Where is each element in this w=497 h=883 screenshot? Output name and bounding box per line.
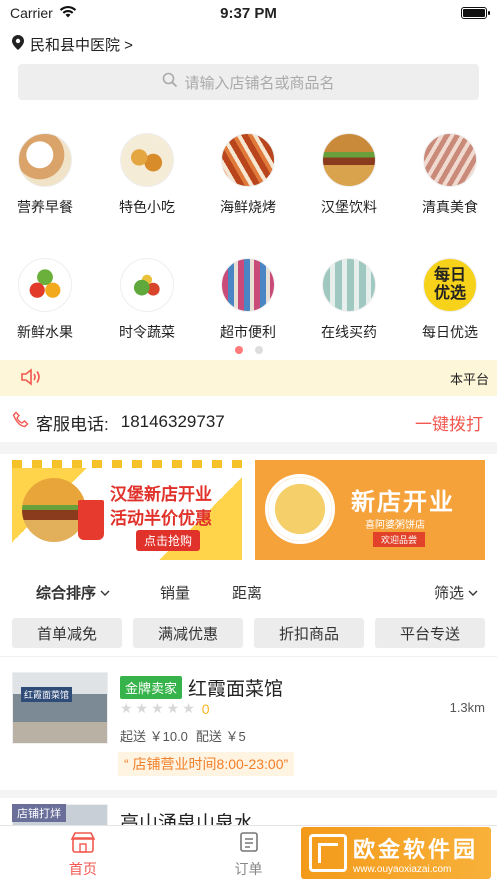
search-bar[interactable]: 请输入店铺名或商品名 xyxy=(18,64,479,100)
sort-default[interactable]: 综合排序 xyxy=(36,582,110,603)
rating-value: 0 xyxy=(201,700,210,717)
category-vegetable[interactable]: 时令蔬菜 xyxy=(107,258,187,342)
sort-bar: 综合排序 销量 距离 筛选 xyxy=(0,576,497,608)
chip-sale-items[interactable]: 折扣商品 xyxy=(254,618,364,648)
category-label: 汉堡饮料 xyxy=(321,199,377,215)
chevron-down-icon xyxy=(468,584,478,601)
filter-chips: 首单减免 满减优惠 折扣商品 平台专送 xyxy=(0,618,497,648)
category-bbq[interactable]: 海鲜烧烤 xyxy=(208,133,288,217)
category-label: 营养早餐 xyxy=(17,199,73,215)
banner-left-cta[interactable]: 点击抢购 xyxy=(136,530,201,551)
location-selector[interactable]: 民和县中医院 > xyxy=(0,26,497,62)
category-pharmacy[interactable]: 在线买药 xyxy=(309,258,389,342)
category-label: 超市便利 xyxy=(220,324,276,340)
bbq-icon xyxy=(221,133,275,187)
delivery-fee: 配送 ￥5 xyxy=(195,729,246,744)
section-divider xyxy=(0,442,497,454)
pharmacy-icon xyxy=(322,258,376,312)
category-label: 每日优选 xyxy=(422,324,478,340)
service-label: 客服电话: xyxy=(36,414,109,434)
category-fruit[interactable]: 新鲜水果 xyxy=(5,258,85,342)
halal-icon xyxy=(423,133,477,187)
search-icon xyxy=(162,72,178,92)
daily-icon: 每日 优选 xyxy=(423,258,477,312)
watermark-text: 欧金软件园 xyxy=(353,836,479,862)
store-distance: 1.3km xyxy=(449,700,485,715)
vegetable-icon xyxy=(120,258,174,312)
banner-right-title: 新店开业 xyxy=(351,489,455,516)
chip-platform-delivery[interactable]: 平台专送 xyxy=(375,618,485,648)
section-divider xyxy=(0,656,497,657)
chevron-down-icon xyxy=(100,584,110,601)
category-breakfast[interactable]: 营养早餐 xyxy=(5,133,85,217)
banner-new-store[interactable]: 新店开业 喜阿婆粥饼店 欢迎品尝 xyxy=(255,460,485,560)
category-label: 在线买药 xyxy=(321,324,377,340)
tab-home[interactable]: 首页 xyxy=(0,826,166,883)
chip-discount[interactable]: 满减优惠 xyxy=(133,618,243,648)
category-label: 特色小吃 xyxy=(119,199,175,215)
banner-right-cta[interactable]: 欢迎品尝 xyxy=(373,532,426,547)
category-burger[interactable]: 汉堡饮料 xyxy=(309,133,389,217)
snack-icon xyxy=(120,133,174,187)
min-order: 起送 ￥10.0 xyxy=(120,729,188,744)
speaker-icon xyxy=(20,367,44,390)
store-card[interactable]: 红霞面菜馆 金牌卖家 红霞面菜馆 ★★★★★ 0 1.3km 起送 ￥10.0 … xyxy=(0,666,497,786)
home-icon xyxy=(70,831,96,856)
location-pin-icon xyxy=(12,34,24,54)
section-divider xyxy=(0,790,497,798)
category-daily[interactable]: 每日 优选 每日优选 xyxy=(410,258,490,342)
filter-button[interactable]: 筛选 xyxy=(434,582,478,603)
store-card[interactable]: 店铺打烊 高山涌泉山泉水 xyxy=(0,798,497,828)
watermark: 欧金软件园 www.ouyaoxiazai.com xyxy=(301,827,491,879)
spacer xyxy=(0,560,497,568)
watermark-url: www.ouyaoxiazai.com xyxy=(353,863,452,875)
service-row: 客服电话: 18146329737 一键拨打 xyxy=(0,402,497,442)
category-halal[interactable]: 清真美食 xyxy=(410,133,490,217)
supermarket-icon xyxy=(221,258,275,312)
battery-icon xyxy=(461,7,490,19)
category-supermarket[interactable]: 超市便利 xyxy=(208,258,288,342)
call-button[interactable]: 一键拨打 xyxy=(415,410,483,435)
store-hours: “ 店铺营业时间8:00-23:00” xyxy=(118,752,295,776)
fries-illustration xyxy=(78,500,104,540)
category-label: 新鲜水果 xyxy=(17,324,73,340)
search-placeholder: 请输入店铺名或商品名 xyxy=(184,74,335,92)
store-closed-tag: 店铺打烊 xyxy=(12,804,66,822)
banner-right-sub: 喜阿婆粥饼店 xyxy=(365,520,425,531)
fruit-icon xyxy=(18,258,72,312)
category-snack[interactable]: 特色小吃 xyxy=(107,133,187,217)
notice-bar[interactable]: 本平台 xyxy=(0,360,497,396)
sort-sales[interactable]: 销量 xyxy=(160,582,190,603)
watermark-logo-icon xyxy=(309,834,347,872)
category-grid: 营养早餐 特色小吃 海鲜烧烤 汉堡饮料 清真美食 新鲜水果 时令蔬菜 超市便利 … xyxy=(0,128,497,358)
category-label: 海鲜烧烤 xyxy=(220,199,276,215)
chip-first-order[interactable]: 首单减免 xyxy=(12,618,122,648)
burger-illustration xyxy=(22,478,86,542)
gold-seller-badge: 金牌卖家 xyxy=(120,676,183,699)
category-label: 时令蔬菜 xyxy=(119,324,175,340)
breakfast-icon xyxy=(18,133,72,187)
carrier-label: Carrier xyxy=(10,5,53,21)
order-icon xyxy=(238,831,260,856)
service-phone: 18146329737 xyxy=(120,412,225,431)
store-name: 红霞面菜馆 xyxy=(188,679,284,700)
store-sign: 红霞面菜馆 xyxy=(21,687,73,702)
page-indicator[interactable] xyxy=(0,346,497,354)
notice-text: 本平台 xyxy=(449,371,489,387)
status-bar: Carrier 9:37 PM xyxy=(0,0,497,26)
banner-burger-promo[interactable]: 汉堡新店开业 活动半价优惠 点击抢购 xyxy=(12,460,242,560)
sort-distance[interactable]: 距离 xyxy=(232,582,262,603)
location-label: 民和县中医院 > xyxy=(30,36,133,54)
page-dot[interactable] xyxy=(254,346,263,354)
banner-left-title2: 活动半价优惠 xyxy=(110,509,212,528)
page-dot-active[interactable] xyxy=(234,346,243,354)
phone-icon xyxy=(12,411,30,434)
rating-stars: ★★★★★ xyxy=(120,700,198,716)
store-photo: 红霞面菜馆 xyxy=(12,672,108,744)
category-label: 清真美食 xyxy=(422,199,478,215)
burger-icon xyxy=(322,133,376,187)
banner-left-title1: 汉堡新店开业 xyxy=(110,485,212,504)
soup-illustration xyxy=(265,474,335,544)
wifi-icon xyxy=(59,5,77,21)
